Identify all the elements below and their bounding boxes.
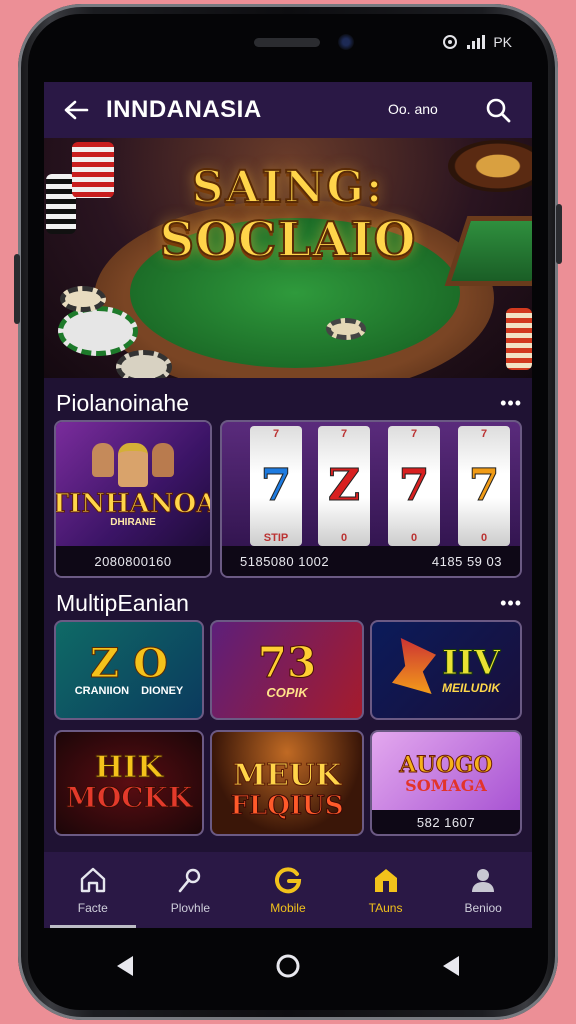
game-card[interactable]: Z O CRANIION DIONEY bbox=[54, 620, 204, 720]
app-screen: INNDANASIA Oo. ano SAING: SOCLAIO Piolan… bbox=[44, 82, 532, 928]
wifi-icon bbox=[443, 35, 458, 49]
nav-label: Facte bbox=[77, 901, 108, 915]
home-circle-icon[interactable] bbox=[274, 952, 302, 980]
status-icons: PK bbox=[441, 34, 512, 50]
game-thumbnail: AUOGO SOMAGA bbox=[372, 732, 520, 808]
game-title: MEUK bbox=[232, 758, 342, 793]
search-icon bbox=[486, 98, 511, 123]
game-thumbnail: HIK MOCKK bbox=[56, 732, 202, 834]
game-thumbnail: Z O CRANIION DIONEY bbox=[56, 622, 202, 718]
game-thumbnail: MEUK FLQIUS bbox=[212, 732, 362, 834]
game-card[interactable]: IIV MEILUDIK bbox=[370, 620, 522, 720]
volume-button bbox=[14, 254, 20, 324]
game-card[interactable]: MEUK FLQIUS bbox=[210, 730, 364, 836]
nav-item-home[interactable]: Facte bbox=[44, 852, 142, 928]
game-title: AUOGO bbox=[399, 752, 493, 778]
game-thumbnail: TINHANOA DHIRANE bbox=[56, 422, 210, 548]
search-pin-icon bbox=[179, 868, 201, 893]
nav-label: Plovhle bbox=[170, 901, 211, 915]
poker-chip bbox=[116, 350, 172, 378]
more-options-icon[interactable]: ••• bbox=[500, 393, 522, 414]
app-title: INNDANASIA bbox=[106, 96, 262, 123]
game-subtitle: FLQIUS bbox=[230, 791, 344, 821]
carrier-label: PK bbox=[493, 34, 512, 50]
banner-title-line2: SOCLAIO bbox=[159, 211, 417, 269]
slot-reel: 7 7 STIP bbox=[250, 426, 302, 546]
game-title: 73 bbox=[257, 637, 317, 687]
g-logo-icon bbox=[275, 867, 302, 894]
section-header-1: Piolanoinahe ••• bbox=[56, 389, 522, 417]
game-value: 5185080 1002 4185 59 03 bbox=[222, 546, 520, 576]
game-value-right: 4185 59 03 bbox=[431, 553, 502, 569]
game-title: HIK bbox=[94, 750, 164, 785]
nav-item-mobile[interactable]: Mobile bbox=[239, 852, 337, 928]
game-card[interactable]: 7 7 STIP 7Z0 770 770 5185080 1002 4185 59 … bbox=[220, 420, 522, 578]
poker-chip bbox=[58, 306, 138, 356]
home-icon bbox=[80, 867, 105, 893]
characters-art bbox=[92, 442, 174, 487]
slot-reel: 7Z0 bbox=[318, 426, 370, 546]
game-title: TINHANOA bbox=[54, 488, 212, 519]
house-badge-icon bbox=[374, 869, 397, 892]
game-title: Z O bbox=[90, 640, 169, 687]
nav-label: Mobile bbox=[270, 901, 306, 915]
game-value: 2080800160 bbox=[56, 546, 210, 576]
section-title: Piolanoinahe bbox=[56, 389, 190, 416]
game-title: IIV bbox=[441, 643, 501, 683]
section-header-2: MultipEanian ••• bbox=[56, 589, 522, 617]
back-button[interactable] bbox=[62, 96, 90, 124]
section-title: MultipEanian bbox=[56, 589, 189, 616]
back-triangle-icon[interactable] bbox=[111, 952, 139, 980]
slot-reels: 7 7 STIP 7Z0 770 770 bbox=[222, 422, 520, 548]
bottom-navigation: Facte Plovhle Mobile TAuns Benioo bbox=[44, 852, 532, 928]
game-subtitle: SOMAGA bbox=[405, 776, 487, 795]
game-value-left: 5185080 1002 bbox=[240, 553, 330, 569]
game-card[interactable]: HIK MOCKK bbox=[54, 730, 204, 836]
game-subtitle: MOCKK bbox=[65, 781, 193, 814]
game-value: 582 1607 bbox=[372, 810, 520, 834]
game-thumbnail: 73 COPIK bbox=[212, 622, 362, 718]
game-card[interactable]: 73 COPIK bbox=[210, 620, 364, 720]
app-header: INNDANASIA Oo. ano bbox=[44, 82, 532, 138]
game-card[interactable]: AUOGO SOMAGA 582 1607 bbox=[370, 730, 522, 836]
chip-stack bbox=[506, 308, 532, 370]
slot-reel: 770 bbox=[388, 426, 440, 546]
nav-item-tours[interactable]: TAuns bbox=[337, 852, 435, 928]
signal-icon bbox=[467, 35, 486, 49]
search-button[interactable] bbox=[484, 96, 512, 124]
nav-item-profile[interactable]: Plovhle bbox=[142, 852, 240, 928]
poker-chip bbox=[60, 286, 106, 312]
recents-icon[interactable] bbox=[437, 952, 465, 980]
front-camera bbox=[338, 34, 354, 50]
game-subtitle: CRANIION DIONEY bbox=[74, 685, 184, 697]
banner-title-line1: SAING: bbox=[191, 161, 385, 214]
more-options-icon[interactable]: ••• bbox=[500, 593, 522, 614]
balance-label: Oo. ano bbox=[388, 101, 438, 117]
poker-chip bbox=[326, 318, 366, 340]
hero-banner[interactable]: SAING: SOCLAIO bbox=[44, 138, 532, 378]
game-subtitle: MEILUDIK bbox=[442, 681, 500, 695]
status-bar: PK bbox=[44, 28, 532, 68]
dragon-art bbox=[392, 638, 436, 694]
nav-label: TAuns bbox=[368, 901, 403, 915]
nav-label: Benioo bbox=[464, 901, 502, 915]
system-navigation bbox=[44, 928, 532, 1004]
nav-item-account[interactable]: Benioo bbox=[434, 852, 532, 928]
speaker-grille bbox=[254, 38, 320, 47]
game-card[interactable]: TINHANOA DHIRANE 2080800160 bbox=[54, 420, 212, 578]
game-subtitle: COPIK bbox=[266, 684, 308, 700]
user-icon bbox=[472, 869, 495, 892]
slot-reel: 770 bbox=[458, 426, 510, 546]
arrow-left-icon bbox=[64, 100, 89, 120]
game-thumbnail: IIV MEILUDIK bbox=[372, 622, 520, 718]
game-subtitle: DHIRANE bbox=[110, 516, 156, 528]
power-button bbox=[556, 204, 562, 264]
